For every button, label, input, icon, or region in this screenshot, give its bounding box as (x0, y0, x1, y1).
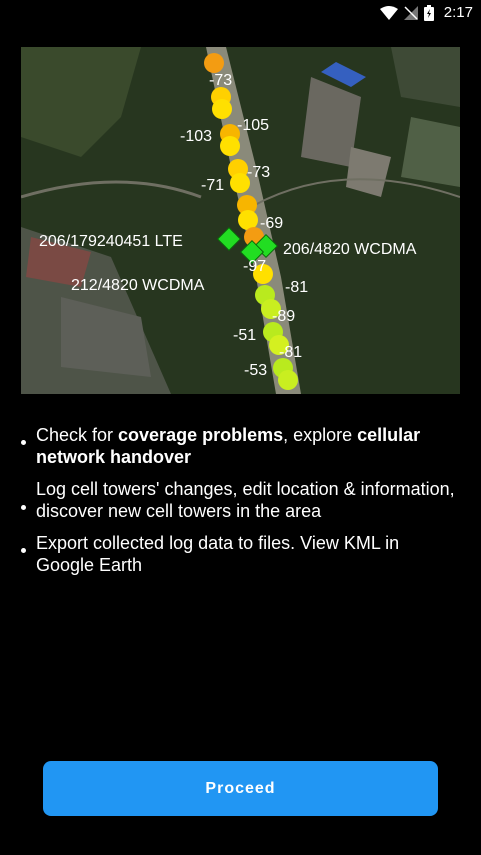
no-signal-icon (403, 5, 418, 20)
feature-text: Export collected log data to files. View… (36, 533, 400, 575)
signal-label: -71 (201, 177, 224, 194)
status-time: 2:17 (443, 4, 473, 21)
feature-item: Log cell towers' changes, edit location … (20, 478, 460, 522)
feature-item: Check for coverage problems, explore cel… (20, 424, 460, 468)
signal-label: -53 (244, 362, 267, 379)
signal-label: -81 (279, 344, 302, 361)
signal-marker[interactable] (238, 210, 258, 230)
signal-label: -73 (247, 164, 270, 181)
feature-text: Check for coverage problems, explore cel… (36, 425, 421, 467)
signal-marker[interactable] (278, 370, 298, 390)
coverage-map[interactable]: -73 -103 -105 -73 -71 -69 -97 -81 -89 -5… (21, 47, 460, 394)
proceed-button[interactable]: Proceed (43, 761, 438, 816)
tower-label-wcdma-212: 212/4820 WCDMA (71, 277, 205, 294)
signal-label: -69 (260, 215, 283, 232)
signal-label: -51 (233, 327, 256, 344)
signal-label: -89 (272, 308, 295, 325)
tower-label-wcdma-206: 206/4820 WCDMA (283, 241, 417, 258)
feature-text: Log cell towers' changes, edit location … (36, 479, 455, 521)
signal-label: -103 (180, 128, 212, 145)
signal-label: -73 (209, 72, 232, 89)
tower-label-lte: 206/179240451 LTE (39, 233, 183, 250)
feature-item: Export collected log data to files. View… (20, 532, 460, 576)
status-bar: 2:17 (0, 0, 481, 28)
signal-label: -105 (237, 117, 269, 134)
signal-marker[interactable] (212, 99, 232, 119)
wifi-icon (379, 5, 398, 20)
feature-list: Check for coverage problems, explore cel… (20, 424, 460, 586)
signal-label: -97 (243, 258, 266, 275)
signal-marker[interactable] (220, 136, 240, 156)
signal-label: -81 (285, 279, 308, 296)
signal-marker[interactable] (204, 53, 224, 73)
battery-charging-icon (423, 4, 434, 21)
